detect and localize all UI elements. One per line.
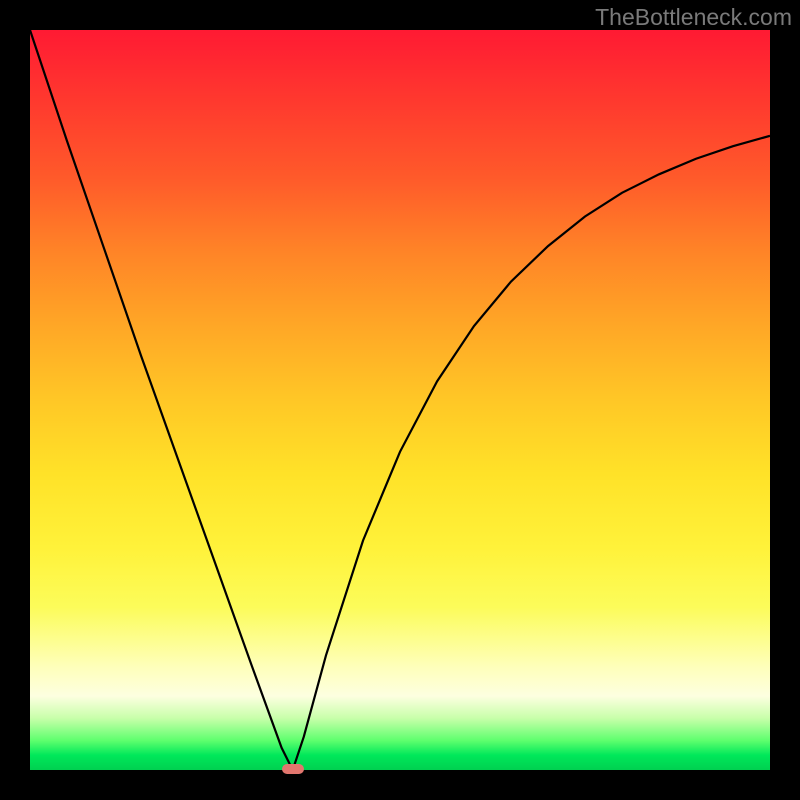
bottleneck-curve (30, 30, 770, 770)
plot-area (30, 30, 770, 770)
minimum-marker (282, 764, 304, 774)
chart-frame: TheBottleneck.com (0, 0, 800, 800)
watermark-text: TheBottleneck.com (595, 4, 792, 31)
